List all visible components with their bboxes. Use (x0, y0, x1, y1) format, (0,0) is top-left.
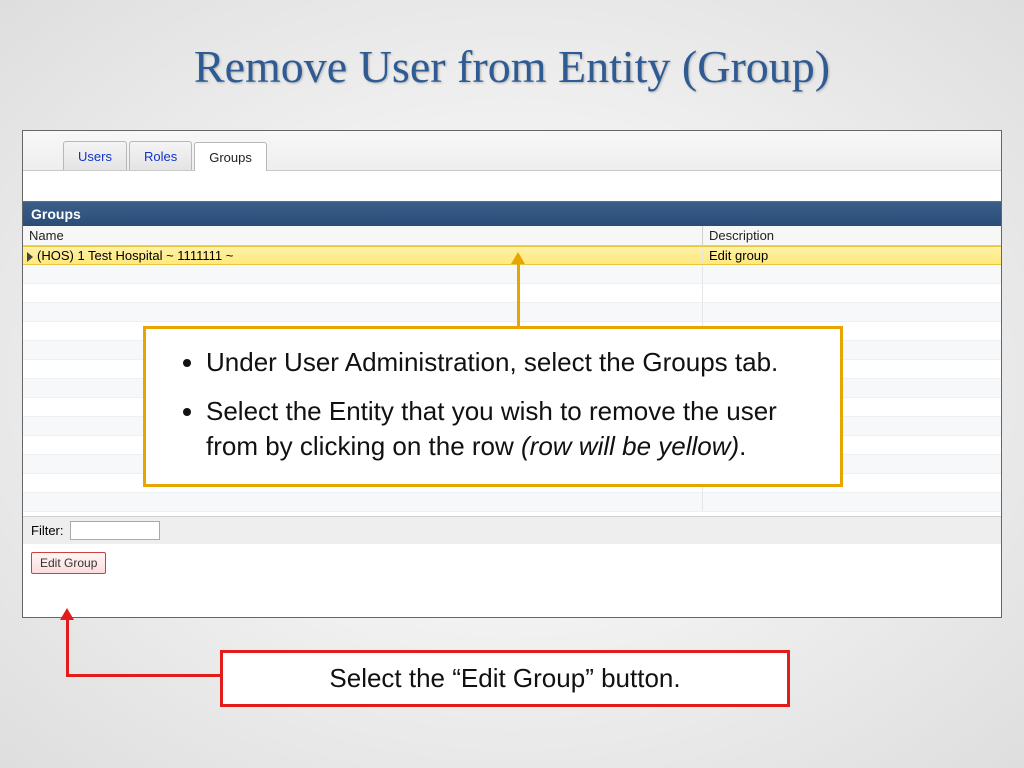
instruction-item: Under User Administration, select the Gr… (206, 345, 814, 380)
table-row[interactable] (23, 493, 1001, 512)
cell-desc: Edit group (703, 247, 1001, 264)
filter-bar: Filter: (23, 516, 1001, 544)
tab-groups[interactable]: Groups (194, 142, 267, 171)
panel-header: Groups (23, 201, 1001, 226)
table-row[interactable] (23, 265, 1001, 284)
tab-strip: Users Roles Groups (23, 131, 1001, 171)
tab-roles[interactable]: Roles (129, 141, 192, 170)
cell-name: (HOS) 1 Test Hospital ~ 1111111 ~ (23, 247, 703, 264)
instruction-item: Select the Entity that you wish to remov… (206, 394, 814, 464)
slide-title: Remove User from Entity (Group) (0, 0, 1024, 93)
tab-users[interactable]: Users (63, 141, 127, 170)
button-bar: Edit Group (23, 544, 1001, 582)
table-row[interactable] (23, 303, 1001, 322)
edit-group-button[interactable]: Edit Group (31, 552, 106, 574)
col-name[interactable]: Name (23, 226, 703, 245)
col-description[interactable]: Description (703, 226, 1001, 245)
callout-instructions: Under User Administration, select the Gr… (143, 326, 843, 487)
filter-label: Filter: (31, 523, 64, 538)
instruction-text: . (739, 431, 746, 461)
arrow-icon (66, 618, 69, 676)
table-row[interactable] (23, 284, 1001, 303)
callout-edit-group: Select the “Edit Group” button. (220, 650, 790, 707)
arrow-icon (517, 262, 520, 326)
column-headers: Name Description (23, 226, 1001, 246)
instruction-emphasis: (row will be yellow) (521, 431, 739, 461)
filter-input[interactable] (70, 521, 160, 540)
arrow-icon (66, 674, 220, 677)
